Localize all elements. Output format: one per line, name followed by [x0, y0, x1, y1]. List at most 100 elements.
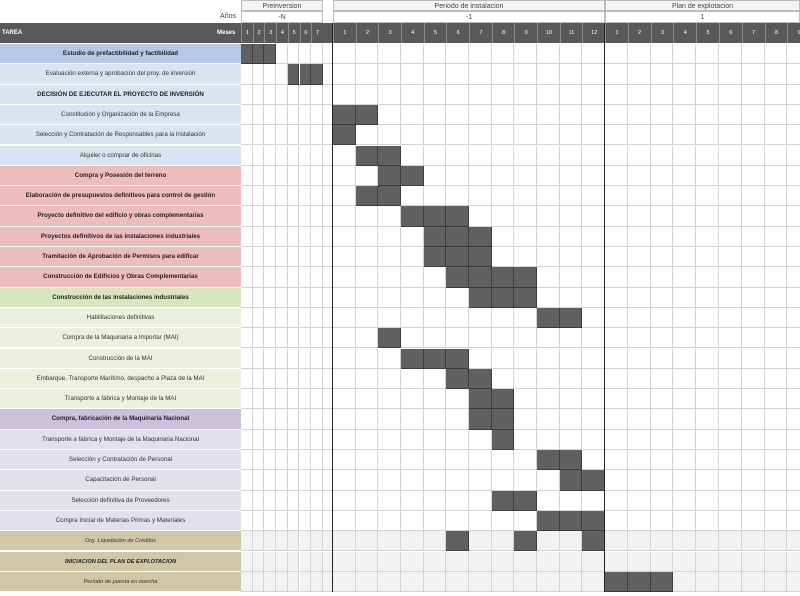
gantt-cell [276, 307, 288, 329]
gantt-cell [299, 368, 312, 390]
gantt-cell [446, 409, 469, 430]
gantt-cell [537, 165, 560, 187]
gantt-cell [764, 247, 788, 268]
gantt-cell [287, 84, 300, 105]
gantt-cell [741, 368, 765, 390]
phase-separator [604, 23, 605, 593]
task-label: Construcción de Edificios y Obras Comple… [0, 267, 241, 288]
gantt-cell [287, 490, 300, 511]
gantt-cell [355, 510, 379, 532]
gantt-cell [650, 450, 674, 471]
gantt-cell [287, 287, 300, 308]
gantt-cell [787, 409, 800, 430]
gantt-cell [311, 145, 323, 166]
gantt-cell [627, 368, 651, 390]
gantt-cell [582, 145, 606, 166]
gantt-cell [287, 450, 300, 471]
gantt-cell [650, 510, 674, 532]
phase-preinversion-title: Preinversion [241, 0, 323, 11]
task-label: Selección y Contratación de Responsables… [0, 125, 241, 146]
gantt-cell [673, 307, 697, 329]
gantt-cell [605, 267, 628, 288]
gantt-cell [333, 571, 356, 593]
gantt-cell [355, 450, 379, 471]
gantt-cell [582, 206, 606, 227]
gantt-cell [276, 510, 288, 532]
gantt-cell [582, 571, 606, 593]
gantt-cell [299, 551, 312, 572]
gantt-cell [582, 389, 606, 410]
gantt-cell [696, 389, 719, 410]
gantt-cell [311, 531, 323, 552]
gantt-cell [333, 226, 356, 247]
task-label: Embarque, Transporte Marítimo, despacho … [0, 368, 241, 390]
gantt-cell [582, 307, 606, 329]
gantt-cell [627, 226, 651, 247]
gantt-cell [673, 571, 697, 593]
gantt-cell [423, 571, 447, 593]
gantt-cell [582, 450, 606, 471]
gantt-cell [333, 470, 356, 491]
gantt-cell [378, 267, 401, 288]
gantt-cell [627, 307, 651, 329]
gantt-cell [605, 44, 628, 65]
gantt-cell [469, 429, 492, 450]
gantt-cell [696, 125, 719, 146]
gantt-cell [446, 510, 469, 532]
gantt-cell [378, 450, 401, 471]
gantt-cell [355, 267, 379, 288]
gantt-bar-cell [469, 226, 492, 247]
phase-preinversion-year: -N [241, 11, 323, 23]
gantt-cell [333, 186, 356, 207]
gantt-cell [333, 206, 356, 227]
gantt-cell [378, 247, 401, 268]
gantt-cell [627, 510, 651, 532]
gantt-cell [311, 470, 323, 491]
gantt-cell [355, 571, 379, 593]
gantt-cell [287, 510, 300, 532]
gantt-cell [741, 247, 765, 268]
task-label: Capacitación de Personal [0, 470, 241, 491]
gantt-cell [276, 84, 288, 105]
gantt-cell [446, 44, 469, 65]
task-label: Construcción de las instalaciones indust… [0, 287, 241, 308]
gantt-cell [741, 450, 765, 471]
gantt-cell [355, 226, 379, 247]
gantt-cell [650, 186, 674, 207]
gantt-cell [673, 490, 697, 511]
gantt-cell [605, 409, 628, 430]
gantt-cell [264, 490, 277, 511]
gantt-cell [787, 287, 800, 308]
gantt-bar-cell [491, 429, 515, 450]
gantt-cell [491, 450, 515, 471]
month-explotacion-9: 9 [787, 23, 800, 43]
month-preinversion-6: 6 [299, 23, 312, 43]
gantt-cell [719, 571, 742, 593]
gantt-cell [333, 551, 356, 572]
gantt-bar-cell [491, 490, 515, 511]
gantt-cell [241, 450, 253, 471]
gantt-cell [355, 64, 379, 85]
month-instalacion-3: 3 [378, 23, 401, 43]
gantt-bar-cell [423, 348, 447, 369]
gantt-cell [582, 287, 606, 308]
gantt-cell [401, 145, 424, 166]
gantt-cell [627, 125, 651, 146]
gantt-cell [582, 64, 606, 85]
gantt-cell [673, 551, 697, 572]
gantt-cell [378, 84, 401, 105]
gantt-bar-cell [582, 510, 606, 532]
gantt-bar-cell [446, 368, 469, 390]
gantt-cell [537, 409, 560, 430]
gantt-cell [378, 104, 401, 126]
gantt-cell [469, 348, 492, 369]
gantt-cell [287, 348, 300, 369]
gantt-cell [264, 470, 277, 491]
gantt-cell [264, 206, 277, 227]
gantt-cell [241, 267, 253, 288]
gantt-cell [537, 267, 560, 288]
month-explotacion-6: 6 [719, 23, 742, 43]
gantt-cell [355, 348, 379, 369]
gantt-cell [355, 247, 379, 268]
gantt-cell [764, 145, 788, 166]
